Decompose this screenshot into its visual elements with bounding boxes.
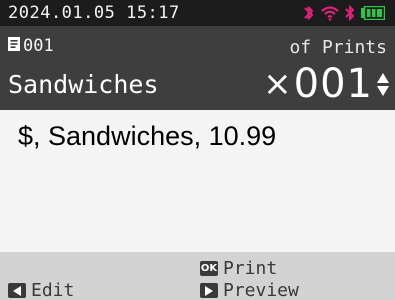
edit-softkey[interactable]: Edit <box>8 280 74 300</box>
quantity-prefix: × <box>263 64 292 104</box>
preview-label: Preview <box>223 280 299 300</box>
bluetooth-logo-icon <box>302 5 316 21</box>
battery-icon <box>361 6 385 20</box>
right-arrow-key-icon <box>200 283 218 298</box>
status-bar: 2024.01.05 15:17 <box>0 0 395 26</box>
record-preview-area: $, Sandwiches, 10.99 <box>0 110 395 252</box>
document-number: 001 <box>23 36 54 56</box>
product-name: Sandwiches <box>8 70 159 99</box>
print-softkey[interactable]: OK Print <box>200 258 277 279</box>
document-indicator: 001 <box>7 36 54 56</box>
status-icons <box>302 5 385 21</box>
bluetooth-icon <box>344 5 356 21</box>
status-datetime: 2024.01.05 15:17 <box>8 3 180 23</box>
left-arrow-key-icon <box>8 283 26 298</box>
arrow-up-icon[interactable] <box>377 72 389 83</box>
document-icon <box>7 36 21 56</box>
ok-key-icon: OK <box>200 261 218 276</box>
arrow-down-icon[interactable] <box>377 85 389 96</box>
preview-softkey[interactable]: Preview <box>200 280 299 300</box>
print-label: Print <box>223 258 278 279</box>
wifi-icon <box>321 5 339 21</box>
prints-label: of Prints <box>289 37 387 58</box>
softkey-bar: Edit OK Print Preview <box>0 252 395 300</box>
print-quantity[interactable]: × 001 <box>263 64 389 104</box>
record-text: $, Sandwiches, 10.99 <box>18 121 277 151</box>
quantity-stepper[interactable] <box>377 72 389 96</box>
header-panel: 001 of Prints Sandwiches × 001 <box>0 26 395 110</box>
quantity-value[interactable]: 001 <box>294 64 373 104</box>
edit-label: Edit <box>31 280 75 300</box>
